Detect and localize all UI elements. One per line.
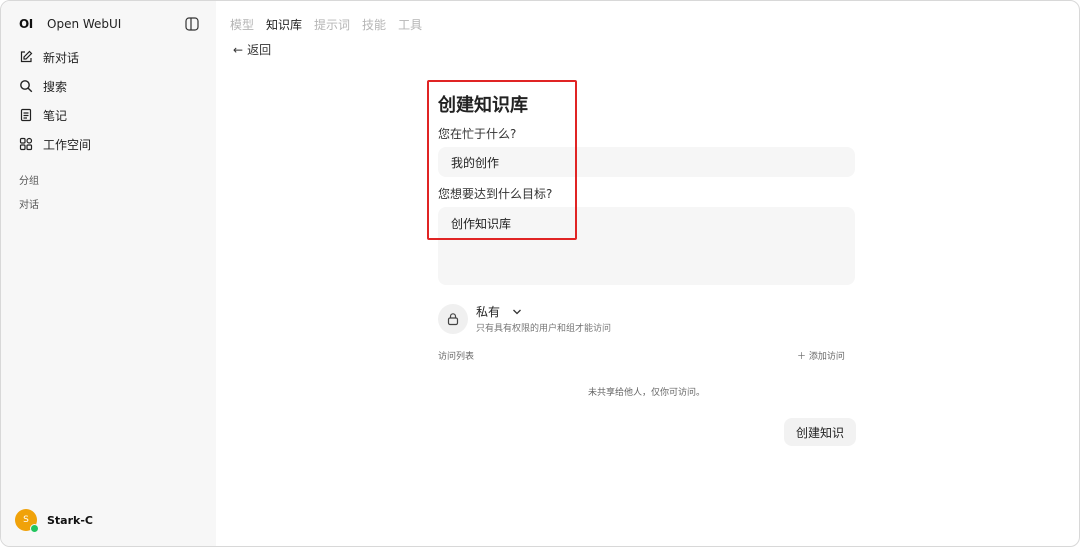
brand[interactable]: OI Open WebUI xyxy=(19,15,121,33)
tab-tools[interactable]: 工具 xyxy=(398,16,422,33)
search-icon xyxy=(20,80,33,93)
sidebar: OI Open WebUI 新对话 搜索 笔记 工作空间 分组 对话 S Sta… xyxy=(1,1,216,546)
section-label-groups[interactable]: 分组 xyxy=(19,172,39,187)
tab-knowledge[interactable]: 知识库 xyxy=(266,16,302,33)
sidebar-item-new-chat[interactable]: 新对话 xyxy=(19,48,79,66)
brand-name: Open WebUI xyxy=(47,17,122,31)
add-access-button[interactable]: ＋ 添加访问 xyxy=(797,349,845,362)
description-field-label: 您想要达到什么目标? xyxy=(438,187,553,201)
sidebar-item-search[interactable]: 搜索 xyxy=(19,77,67,95)
access-mode-select[interactable]: 私有 xyxy=(476,303,611,320)
sidebar-item-label: 工作空间 xyxy=(43,137,92,152)
tab-skills[interactable]: 技能 xyxy=(362,16,386,33)
sidebar-item-label: 新对话 xyxy=(43,50,80,65)
sidebar-toggle-icon[interactable] xyxy=(185,16,199,31)
access-text: 私有 只有具有权限的用户和组才能访问 xyxy=(476,303,611,334)
access-list-label: 访问列表 xyxy=(438,352,475,362)
description-textarea[interactable]: 创作知识库 xyxy=(438,207,855,285)
app-window: OI Open WebUI 新对话 搜索 笔记 工作空间 分组 对话 S Sta… xyxy=(0,0,1080,547)
edit-icon xyxy=(20,50,33,63)
sidebar-item-label: 搜索 xyxy=(43,79,68,94)
user-name: Stark-C xyxy=(47,513,93,527)
lock-icon xyxy=(438,303,468,334)
access-empty-note: 未共享给他人，仅你可访问。 xyxy=(587,388,705,398)
back-label: 返回 xyxy=(247,43,272,57)
access-mode-value: 私有 xyxy=(476,305,501,319)
online-status-indicator xyxy=(30,524,39,533)
page-title: 创建知识库 xyxy=(438,95,528,116)
plus-icon: ＋ xyxy=(797,352,809,362)
avatar-initial: S xyxy=(23,515,29,525)
name-input[interactable] xyxy=(438,147,855,177)
add-access-label: 添加访问 xyxy=(808,352,845,362)
back-button[interactable]: ← 返回 xyxy=(233,41,271,58)
sidebar-item-workspace[interactable]: 工作空间 xyxy=(19,135,91,153)
access-control: 私有 只有具有权限的用户和组才能访问 xyxy=(438,303,611,334)
sidebar-item-label: 笔记 xyxy=(43,108,68,123)
name-field-label: 您在忙于什么? xyxy=(438,127,517,141)
create-knowledge-button[interactable]: 创建知识 xyxy=(784,418,857,446)
arrow-left-icon: ← xyxy=(233,42,244,57)
sidebar-item-notes[interactable]: 笔记 xyxy=(19,106,67,124)
tab-models[interactable]: 模型 xyxy=(230,16,254,33)
user-menu[interactable]: S Stark-C xyxy=(15,509,93,533)
chevron-down-icon xyxy=(512,305,522,319)
brand-logo: OI xyxy=(19,17,33,31)
section-label-chats[interactable]: 对话 xyxy=(19,196,39,211)
tab-prompts[interactable]: 提示词 xyxy=(314,16,350,33)
access-description: 只有具有权限的用户和组才能访问 xyxy=(476,324,612,334)
workspace-icon xyxy=(19,137,33,151)
note-icon xyxy=(20,108,32,122)
workspace-tabs: 模型 知识库 提示词 技能 工具 xyxy=(230,16,422,33)
avatar: S xyxy=(15,509,39,533)
